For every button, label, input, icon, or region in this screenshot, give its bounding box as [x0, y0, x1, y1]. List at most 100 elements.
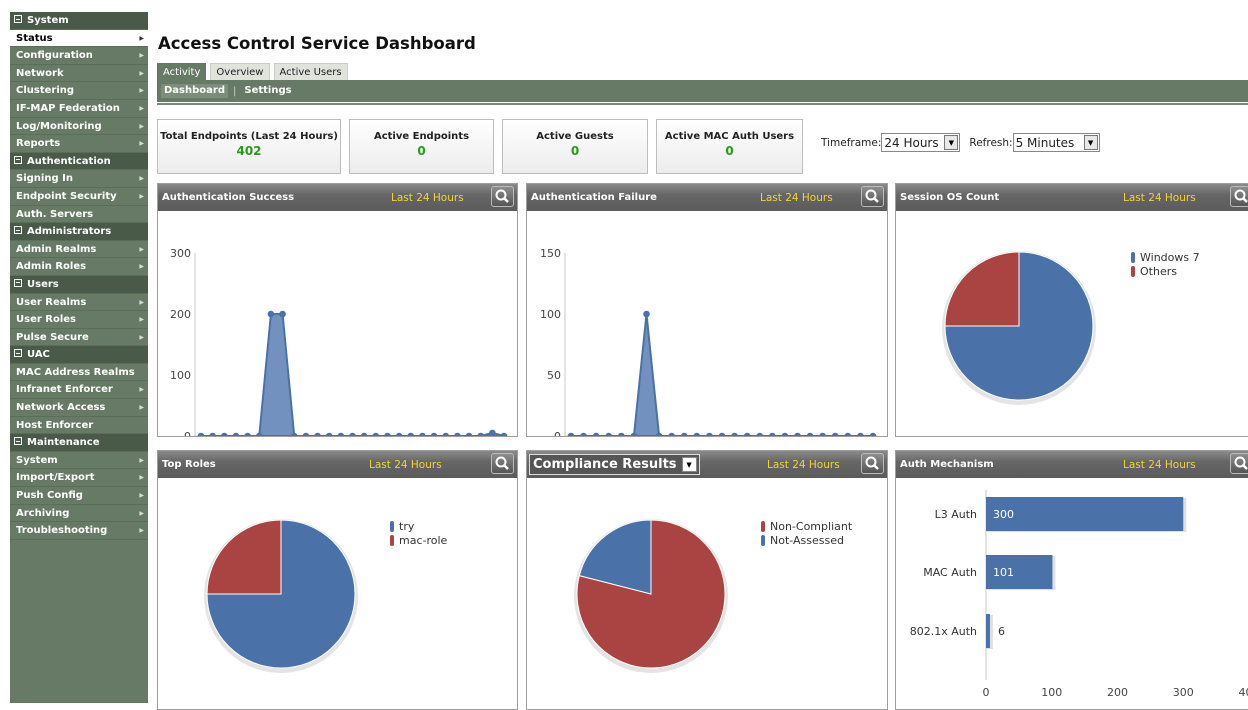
sidebar-item-import-export[interactable]: Import/Export▶: [10, 469, 148, 487]
panel-title: Compliance Results: [533, 457, 677, 472]
sidebar-item-system[interactable]: System▶: [10, 452, 148, 470]
collapse-icon: [14, 279, 22, 287]
legend-swatch: [1131, 252, 1135, 263]
compliance-select[interactable]: Compliance Results ▼: [529, 454, 700, 475]
sidebar-item-admin-roles[interactable]: Admin Roles ▶: [10, 258, 148, 276]
tab-active-users[interactable]: Active Users: [274, 63, 348, 80]
sidebar-section-maintenance[interactable]: Maintenance: [10, 434, 148, 452]
data-point: [719, 433, 726, 437]
collapse-icon: [14, 349, 22, 357]
data-point: [832, 433, 839, 437]
zoom-button[interactable]: [491, 186, 514, 207]
panel-range: Last 24 Hours: [760, 192, 833, 204]
chevron-right-icon: ▶: [139, 399, 144, 417]
subnav-dashboard[interactable]: Dashboard: [161, 84, 228, 98]
chevron-right-icon: ▶: [139, 258, 144, 276]
sidebar-item-mac-address-realms[interactable]: MAC Address Realms: [10, 364, 148, 382]
sidebar-item-status[interactable]: Status▶: [10, 30, 148, 48]
sidebar-item-pulse-secure[interactable]: Pulse Secure▶: [10, 329, 148, 347]
data-point: [326, 433, 333, 437]
data-label: 300: [993, 508, 1014, 521]
data-point: [431, 433, 438, 437]
sidebar-item-push-config[interactable]: Push Config▶: [10, 487, 148, 505]
data-point: [501, 433, 508, 437]
sidebar-item-user-roles[interactable]: User Roles▶: [10, 311, 148, 329]
data-point: [568, 433, 575, 437]
subnav-settings[interactable]: Settings: [241, 84, 294, 98]
data-point: [756, 433, 763, 437]
sidebar-section-authentication[interactable]: Authentication: [10, 153, 148, 171]
tab-activity[interactable]: Activity: [157, 63, 206, 80]
sidebar-item-label: Signing In: [16, 173, 73, 184]
sidebar-item-user-realms[interactable]: User Realms▶: [10, 294, 148, 312]
x-tick-label: 400: [1239, 686, 1248, 699]
refresh-select[interactable]: 5 Minutes ▼: [1013, 133, 1100, 152]
panel-header: Authentication Failure Last 24 Hours: [527, 184, 887, 211]
sidebar-item-network-access[interactable]: Network Access▶: [10, 399, 148, 417]
panel-range: Last 24 Hours: [767, 459, 840, 471]
sidebar-item-label: Auth. Servers: [16, 209, 93, 220]
sidebar-item-label: Log/Monitoring: [16, 121, 102, 132]
data-point: [198, 433, 205, 437]
data-point: [794, 433, 801, 437]
sidebar-item-host-enforcer[interactable]: Host Enforcer: [10, 417, 148, 435]
sidebar-item-clustering[interactable]: Clustering▶: [10, 82, 148, 100]
stat-total-endpoints: Total Endpoints (Last 24 Hours) 402: [157, 119, 341, 174]
search-icon: [1231, 454, 1248, 473]
sidebar-item-signing-in[interactable]: Signing In▶: [10, 170, 148, 188]
sidebar-item-label: Admin Roles: [16, 261, 86, 272]
tab-bar: Activity Overview Active Users: [157, 63, 352, 80]
sidebar-section-users[interactable]: Users: [10, 276, 148, 294]
sidebar-item-label: UAC: [27, 349, 50, 360]
legend-swatch: [1131, 266, 1135, 277]
zoom-button[interactable]: [491, 453, 514, 474]
stat-active-endpoints: Active Endpoints 0: [349, 119, 494, 174]
sidebar-item-reports[interactable]: Reports▶: [10, 135, 148, 153]
sidebar-item-infranet-enforcer[interactable]: Infranet Enforcer▶: [10, 381, 148, 399]
data-point: [314, 433, 321, 437]
data-point: [489, 430, 496, 437]
top-roles-chart: trymac-role: [158, 478, 518, 704]
sidebar-section-system[interactable]: System: [10, 12, 148, 30]
collapse-icon: [14, 156, 22, 164]
panel-auth-failure: Authentication Failure Last 24 Hours 050…: [526, 183, 888, 437]
category-label: L3 Auth: [935, 508, 977, 521]
sidebar-item-troubleshooting[interactable]: Troubleshooting ▶: [10, 522, 148, 540]
sidebar-item-admin-realms[interactable]: Admin Realms▶: [10, 241, 148, 259]
sidebar-item-log-monitoring[interactable]: Log/Monitoring▶: [10, 118, 148, 136]
sidebar-item-label: Troubleshooting: [16, 525, 107, 536]
sidebar-item-label: Endpoint Security: [16, 191, 117, 202]
zoom-button[interactable]: [1230, 186, 1248, 207]
data-point: [618, 433, 625, 437]
legend-label: Windows 7: [1140, 251, 1200, 264]
y-tick-label: 150: [540, 247, 561, 260]
sidebar-item-auth-servers[interactable]: Auth. Servers: [10, 206, 148, 224]
sidebar-section-uac[interactable]: UAC: [10, 346, 148, 364]
stat-label: Total Endpoints (Last 24 Hours): [158, 131, 340, 142]
panel-session-os: Session OS Count Last 24 Hours Windows 7…: [895, 183, 1248, 437]
sidebar-item-endpoint-security[interactable]: Endpoint Security▶: [10, 188, 148, 206]
divider: [157, 103, 1248, 105]
sidebar-item-if-map-federation[interactable]: IF-MAP Federation▶: [10, 100, 148, 118]
sidebar-section-administrators[interactable]: Administrators: [10, 223, 148, 241]
zoom-button[interactable]: [861, 186, 884, 207]
data-point: [857, 433, 864, 437]
tab-overview[interactable]: Overview: [210, 63, 269, 80]
y-tick-label: 0: [554, 430, 561, 437]
search-icon: [492, 187, 513, 206]
sidebar-item-label: Clustering: [16, 85, 74, 96]
chevron-right-icon: ▶: [139, 294, 144, 312]
chevron-right-icon: ▶: [139, 522, 144, 540]
sidebar-item-network[interactable]: Network▶: [10, 65, 148, 83]
data-point: [349, 433, 356, 437]
data-point: [407, 433, 414, 437]
zoom-button[interactable]: [1230, 453, 1248, 474]
collapse-icon: [14, 226, 22, 234]
sidebar-item-configuration[interactable]: Configuration▶: [10, 47, 148, 65]
timeframe-select[interactable]: 24 Hours ▼: [881, 133, 960, 152]
sidebar-item-label: System: [16, 455, 58, 466]
auth-mechanism-chart: 0100200300400L3 Auth300MAC Auth101802.1x…: [896, 478, 1248, 704]
zoom-button[interactable]: [861, 453, 884, 474]
sidebar-item-archiving[interactable]: Archiving▶: [10, 505, 148, 523]
sidebar-item-label: Administrators: [27, 226, 111, 237]
